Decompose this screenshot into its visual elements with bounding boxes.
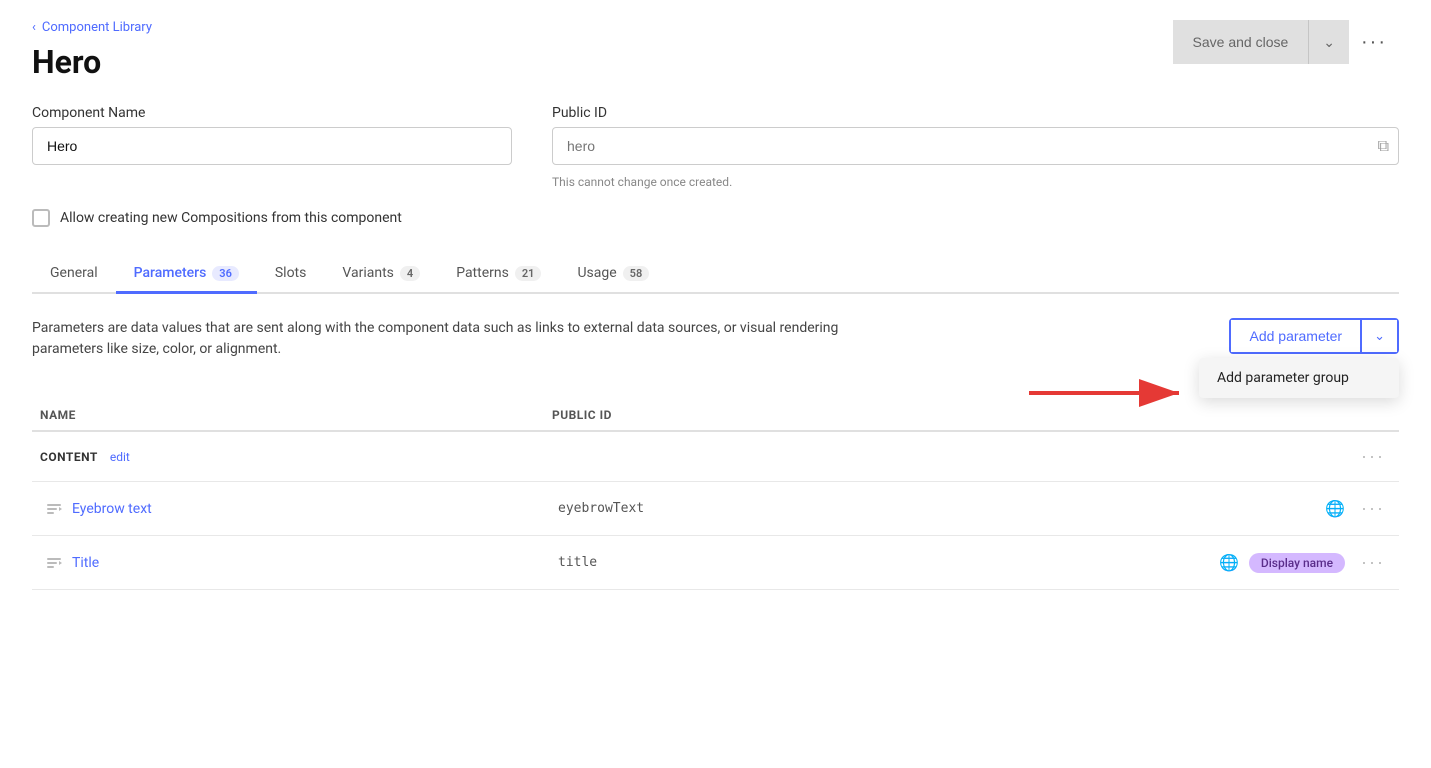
col-header-name: NAME (32, 408, 552, 422)
chevron-down-icon: ⌄ (1323, 34, 1335, 50)
more-options-button[interactable]: ··· (1349, 21, 1399, 64)
globe-icon-eyebrow: 🌐 (1325, 499, 1345, 518)
component-name-label: Component Name (32, 105, 512, 121)
parameters-badge: 36 (212, 266, 239, 281)
section-more-button[interactable]: ··· (1355, 444, 1391, 469)
save-close-chevron-button[interactable]: ⌄ (1309, 20, 1349, 64)
page-title: Hero (32, 43, 152, 81)
table-row: Title title 🌐 Display name ··· (32, 536, 1399, 590)
section-edit-content[interactable]: edit (110, 450, 130, 464)
add-parameter-chevron-button[interactable]: ⌄ (1360, 320, 1397, 352)
tab-usage[interactable]: Usage 58 (559, 255, 667, 294)
chevron-down-icon: ⌄ (1374, 328, 1385, 343)
allow-compositions-label: Allow creating new Compositions from thi… (60, 210, 402, 226)
public-id-input[interactable] (552, 127, 1399, 165)
tab-patterns[interactable]: Patterns 21 (438, 255, 559, 294)
row-more-button-title[interactable]: ··· (1355, 550, 1391, 575)
tab-slots[interactable]: Slots (257, 255, 325, 294)
add-parameter-button[interactable]: Add parameter (1231, 320, 1360, 352)
row-actions-title: 🌐 Display name ··· (1219, 550, 1391, 575)
table-header: NAME PUBLIC ID (32, 400, 1399, 432)
header-actions: Save and close ⌄ ··· (1173, 20, 1399, 64)
public-id-hint: This cannot change once created. (552, 175, 1399, 189)
row-more-button-eyebrow[interactable]: ··· (1355, 496, 1391, 521)
form-row: Component Name Public ID ⧉ This cannot c… (32, 105, 1399, 189)
save-close-button[interactable]: Save and close (1173, 20, 1310, 64)
patterns-badge: 21 (515, 266, 542, 281)
row-pubid-eyebrow: eyebrowText (558, 501, 1325, 516)
section-content: CONTENT edit ··· (32, 432, 1399, 482)
public-id-wrapper: ⧉ (552, 127, 1399, 165)
chevron-left-icon: ‹ (32, 20, 36, 35)
row-name-eyebrow[interactable]: Eyebrow text (68, 501, 558, 517)
component-name-input[interactable] (32, 127, 512, 165)
variants-badge: 4 (400, 266, 420, 281)
allow-compositions-checkbox[interactable] (32, 209, 50, 227)
display-name-badge: Display name (1249, 553, 1345, 573)
row-name-title[interactable]: Title (68, 555, 558, 571)
tab-general[interactable]: General (32, 255, 116, 294)
globe-icon-title: 🌐 (1219, 553, 1239, 572)
row-actions-eyebrow: 🌐 ··· (1325, 496, 1391, 521)
add-parameter-group: Add parameter ⌄ (1229, 318, 1399, 354)
tab-parameters[interactable]: Parameters 36 (116, 255, 257, 294)
parameters-description: Parameters are data values that are sent… (32, 318, 852, 360)
section-content-actions: ··· (1355, 444, 1391, 469)
row-pubid-title: title (558, 555, 1219, 570)
tab-bar: General Parameters 36 Slots Variants 4 P… (32, 255, 1399, 294)
breadcrumb-link[interactable]: ‹ Component Library (32, 20, 152, 35)
copy-icon[interactable]: ⧉ (1378, 136, 1389, 156)
table-row: Eyebrow text eyebrowText 🌐 ··· (32, 482, 1399, 536)
public-id-label: Public ID (552, 105, 1399, 121)
type-icon-eyebrow (40, 500, 68, 518)
col-header-pubid: PUBLIC ID (552, 408, 1319, 422)
tab-variants[interactable]: Variants 4 (324, 255, 438, 294)
usage-badge: 58 (623, 266, 650, 281)
text-type-icon (45, 554, 63, 572)
params-header: Add parameter ⌄ Add parameter group (1229, 318, 1399, 354)
breadcrumb-label: Component Library (42, 20, 152, 35)
add-parameter-dropdown: Add parameter group (1199, 358, 1399, 398)
public-id-group: Public ID ⧉ This cannot change once crea… (552, 105, 1399, 189)
section-label-content: CONTENT (40, 450, 98, 464)
component-name-group: Component Name (32, 105, 512, 189)
type-icon-title (40, 554, 68, 572)
allow-compositions-row: Allow creating new Compositions from thi… (32, 209, 1399, 227)
add-parameter-group-item[interactable]: Add parameter group (1199, 358, 1399, 398)
text-type-icon (45, 500, 63, 518)
